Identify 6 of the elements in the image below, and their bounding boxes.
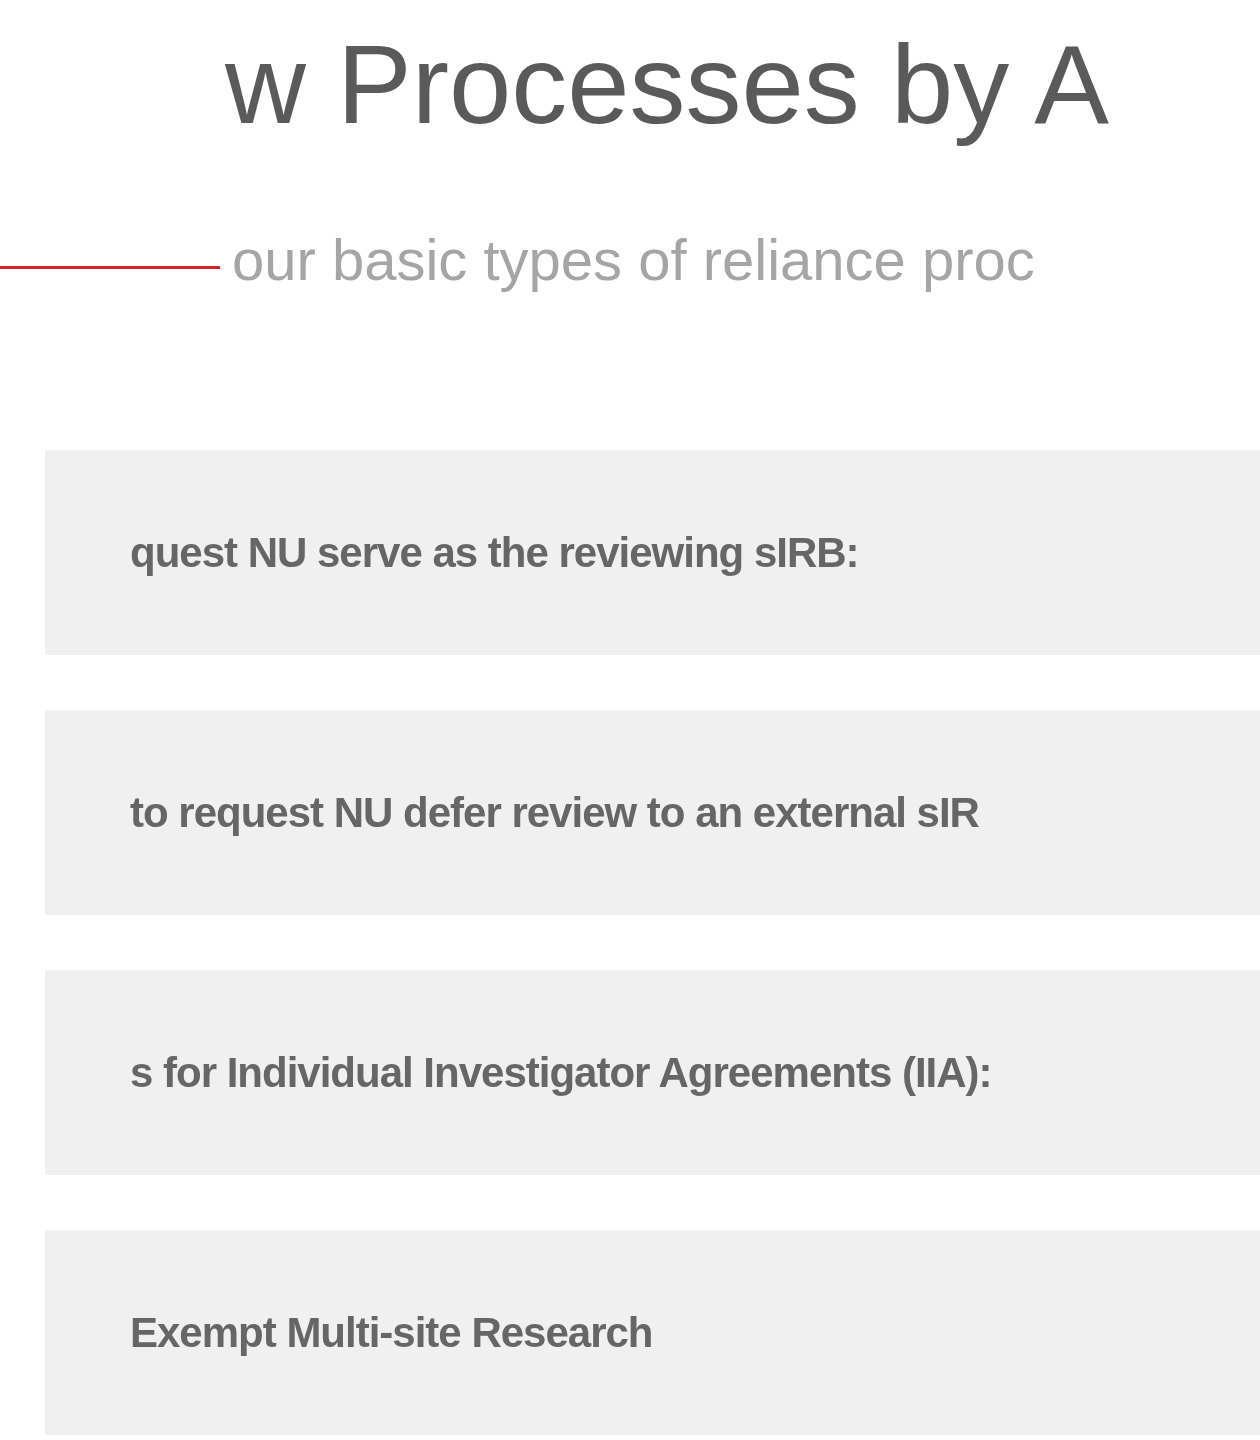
page-title: w Processes by A — [224, 21, 1110, 149]
intro-text: our basic types of reliance proc — [231, 226, 1035, 294]
accordion-header[interactable]: Exempt Multi-site Research — [45, 1230, 1260, 1435]
accordion-header[interactable]: s for Individual Investigator Agreements (IIA): — [45, 970, 1260, 1175]
accordion-header[interactable]: to request NU defer review to an external sIR — [45, 710, 1260, 915]
accordion-header[interactable]: quest NU serve as the reviewing sIRB: — [45, 450, 1260, 655]
